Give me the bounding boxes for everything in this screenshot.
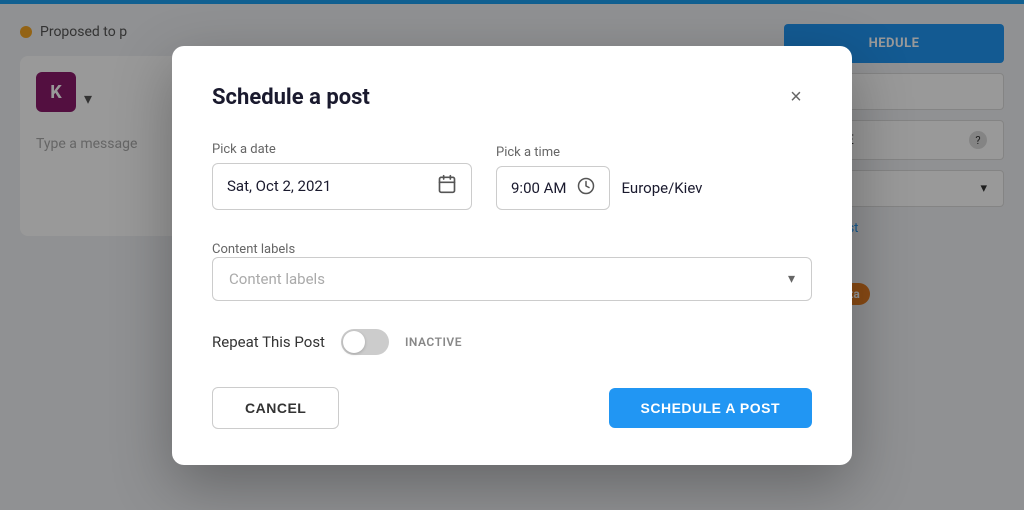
chevron-down-icon: ▾	[788, 271, 795, 287]
date-field-group: Pick a date Sat, Oct 2, 2021	[212, 142, 472, 210]
schedule-modal: Schedule a post × Pick a date Sat, Oct 2…	[172, 46, 852, 465]
time-label: Pick a time	[496, 145, 702, 160]
date-picker[interactable]: Sat, Oct 2, 2021	[212, 163, 472, 210]
modal-overlay: Schedule a post × Pick a date Sat, Oct 2…	[0, 0, 1024, 510]
timezone-value: Europe/Kiev	[622, 179, 703, 197]
repeat-toggle[interactable]	[341, 329, 389, 355]
date-label: Pick a date	[212, 142, 472, 157]
modal-footer: CANCEL SCHEDULE A POST	[212, 387, 812, 429]
modal-header: Schedule a post ×	[212, 82, 812, 114]
toggle-state-label: INACTIVE	[405, 335, 462, 349]
calendar-icon	[437, 174, 457, 199]
time-value: 9:00 AM	[511, 179, 567, 197]
time-field-group: Pick a time 9:00 AM Europe/Kiev	[496, 145, 702, 210]
datetime-row: Pick a date Sat, Oct 2, 2021 Pick a time	[212, 142, 812, 210]
modal-title: Schedule a post	[212, 85, 370, 110]
content-labels-label: Content labels	[212, 242, 295, 257]
clock-icon	[577, 177, 595, 199]
toggle-thumb	[343, 331, 365, 353]
repeat-label: Repeat This Post	[212, 333, 325, 351]
content-labels-placeholder: Content labels	[229, 270, 325, 288]
cancel-button[interactable]: CANCEL	[212, 387, 339, 429]
content-labels-dropdown[interactable]: Content labels ▾	[212, 257, 812, 301]
date-value: Sat, Oct 2, 2021	[227, 177, 427, 195]
time-picker[interactable]: 9:00 AM	[496, 166, 610, 210]
close-icon: ×	[790, 86, 802, 109]
repeat-row: Repeat This Post INACTIVE	[212, 329, 812, 355]
time-row: 9:00 AM Europe/Kiev	[496, 166, 702, 210]
content-labels-section: Content labels Content labels ▾	[212, 238, 812, 301]
schedule-post-button[interactable]: SCHEDULE A POST	[609, 388, 812, 428]
close-button[interactable]: ×	[780, 82, 812, 114]
